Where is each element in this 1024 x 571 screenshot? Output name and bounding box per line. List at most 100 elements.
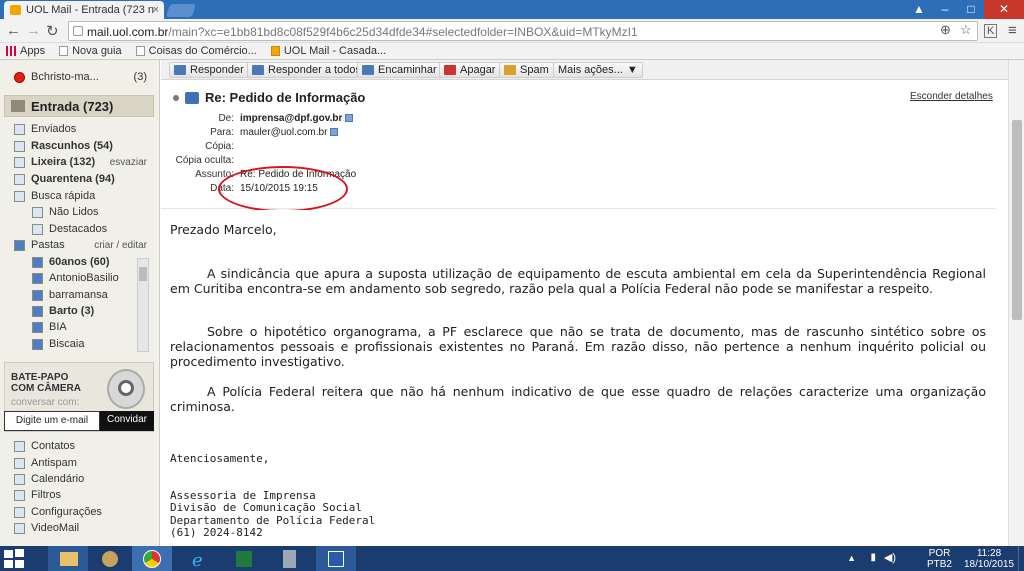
empty-trash-link[interactable]: esvaziar xyxy=(110,157,147,168)
sidebar-item-videomail[interactable]: VideoMail xyxy=(0,520,155,536)
sidebar-item-settings[interactable]: Configurações xyxy=(0,504,155,520)
delete-button[interactable]: Apagar xyxy=(439,62,501,78)
sidebar-item-trash[interactable]: Lixeira (132) esvaziar xyxy=(0,154,155,170)
folder-icon xyxy=(32,338,43,350)
volume-icon[interactable]: ◀) xyxy=(884,551,896,564)
scrollbar-thumb[interactable] xyxy=(1012,120,1022,320)
uol-favicon-icon xyxy=(270,46,280,56)
sent-icon xyxy=(14,123,25,135)
invite-button[interactable]: Convidar xyxy=(100,411,154,431)
close-window-icon[interactable]: ✕ xyxy=(984,0,1024,19)
folder-list-scrollbar[interactable] xyxy=(137,258,149,352)
forward-button[interactable]: Encaminhar xyxy=(357,62,442,78)
from-value[interactable]: imprensa@dpf.gov.br xyxy=(240,113,354,124)
bookmark-star-icon[interactable]: ☆ xyxy=(960,22,972,38)
bookmark-uol-mail[interactable]: UOL Mail - Casada... xyxy=(270,45,386,57)
sidebar-item-sent[interactable]: Enviados xyxy=(0,121,155,137)
bookmark-apps[interactable]: Apps xyxy=(6,45,45,57)
show-desktop-button[interactable] xyxy=(1018,546,1024,571)
page-icon xyxy=(59,46,69,56)
bookmark-nova-guia[interactable]: Nova guia xyxy=(59,45,122,57)
scrollbar-thumb[interactable] xyxy=(139,267,147,281)
folder-item[interactable]: AntonioBasilio xyxy=(0,270,136,286)
minimize-icon[interactable]: – xyxy=(932,0,958,19)
url-input[interactable]: mail.uol.com.br/main?xc=e1bb81bd8c08f529… xyxy=(68,21,978,41)
cc-label: Cópia: xyxy=(205,141,234,152)
back-arrow-icon[interactable]: ← xyxy=(6,22,21,39)
folder-item[interactable]: barramansa xyxy=(0,287,136,303)
drafts-icon xyxy=(14,140,25,152)
signature-line: (61) 2024-8142 xyxy=(170,526,263,539)
forward-icon xyxy=(362,65,374,75)
windows-start-icon[interactable] xyxy=(4,549,26,569)
language-indicator[interactable]: POR PTB2 xyxy=(927,548,952,570)
folder-item[interactable]: 60anos (60) xyxy=(0,254,136,270)
sidebar-item-folders[interactable]: Pastas criar / editar xyxy=(0,237,155,253)
folder-item[interactable]: Biscaia xyxy=(0,336,136,352)
menu-icon[interactable]: ≡ xyxy=(1008,22,1017,39)
word-icon[interactable] xyxy=(316,546,356,571)
sidebar-item-antispam[interactable]: Antispam xyxy=(0,455,155,471)
new-tab-button[interactable] xyxy=(165,4,197,17)
spam-button[interactable]: Spam xyxy=(499,62,554,78)
antispam-icon xyxy=(14,457,25,469)
to-label: Para: xyxy=(210,127,234,138)
add-contact-icon[interactable] xyxy=(330,128,339,137)
extension-icon[interactable]: K xyxy=(984,24,998,38)
chat-email-input[interactable]: Digite um e-mail xyxy=(4,411,100,431)
file-explorer-icon[interactable] xyxy=(48,546,88,571)
add-contact-icon[interactable] xyxy=(345,114,354,123)
sidebar-item-quarantine[interactable]: Quarentena (94) xyxy=(0,171,155,187)
user-icon[interactable]: ▲ xyxy=(906,0,932,19)
tab-close-icon[interactable]: × xyxy=(153,4,159,16)
folder-icon xyxy=(32,321,43,333)
browser-tab[interactable]: UOL Mail - Entrada (723 n × xyxy=(4,1,164,19)
red-highlight-circle xyxy=(218,166,348,212)
page-icon xyxy=(73,26,83,36)
sidebar-item-bchristo[interactable]: Bchristo-ma... (3) xyxy=(0,69,155,85)
search-icon xyxy=(14,190,25,202)
bookmark-coisas[interactable]: Coisas do Comércio... xyxy=(135,45,257,57)
page-scrollbar[interactable] xyxy=(1008,60,1024,546)
reply-all-button[interactable]: Responder a todos xyxy=(247,62,366,78)
to-value[interactable]: mauler@uol.com.br xyxy=(240,127,339,138)
sidebar-item-inbox[interactable]: Entrada (723) xyxy=(4,95,154,117)
reload-icon[interactable]: ↻ xyxy=(46,22,59,40)
sidebar-item-filters[interactable]: Filtros xyxy=(0,487,155,503)
tab-title: UOL Mail - Entrada (723 n xyxy=(26,4,154,16)
tray-arrow-icon[interactable]: ▲ xyxy=(847,553,856,563)
bookmarks-bar: Apps Nova guia Coisas do Comércio... UOL… xyxy=(0,43,1024,60)
excel-icon[interactable] xyxy=(224,546,264,571)
folder-item[interactable]: BIA xyxy=(0,319,136,335)
contacts-icon xyxy=(14,440,25,452)
edit-folders-link[interactable]: criar / editar xyxy=(94,240,147,251)
maximize-icon[interactable]: □ xyxy=(958,0,984,19)
network-icon[interactable]: ▮ xyxy=(870,552,876,563)
sidebar-item-unread[interactable]: Não Lidos xyxy=(0,204,155,220)
signature-line: Divisão de Comunicação Social xyxy=(170,501,363,514)
sidebar-item-contacts[interactable]: Contatos xyxy=(0,438,155,454)
clock[interactable]: 11:28 18/10/2015 xyxy=(964,548,1014,570)
folder-item[interactable]: Barto (3) xyxy=(0,303,136,319)
reply-button[interactable]: Responder xyxy=(169,62,249,78)
sidebar-item-flagged[interactable]: Destacados xyxy=(0,221,155,237)
window-controls: ▲ – □ ✕ xyxy=(906,0,1024,19)
more-actions-dropdown[interactable]: Mais ações... ▼ xyxy=(553,62,643,78)
sidebar-item-drafts[interactable]: Rascunhos (54) xyxy=(0,138,155,154)
paint-icon[interactable] xyxy=(90,546,130,571)
sidebar-item-calendar[interactable]: Calendário xyxy=(0,471,155,487)
trash-icon xyxy=(14,156,25,168)
zoom-icon[interactable]: ⊕ xyxy=(940,22,951,38)
webcam-icon xyxy=(107,369,145,409)
body-paragraph: Sobre o hipotético organograma, a PF esc… xyxy=(170,324,986,369)
internet-explorer-icon[interactable]: e xyxy=(180,546,220,571)
bcc-label: Cópia oculta: xyxy=(175,155,234,166)
sidebar-item-quick-search[interactable]: Busca rápida xyxy=(0,188,155,204)
forward-arrow-icon[interactable]: → xyxy=(26,22,41,39)
message-subject: Re: Pedido de Informação xyxy=(173,90,365,105)
chrome-icon[interactable] xyxy=(132,546,172,571)
reply-icon xyxy=(174,65,186,75)
calculator-icon[interactable] xyxy=(270,546,310,571)
hide-details-link[interactable]: Esconder detalhes xyxy=(910,91,993,102)
page-icon xyxy=(135,46,145,56)
